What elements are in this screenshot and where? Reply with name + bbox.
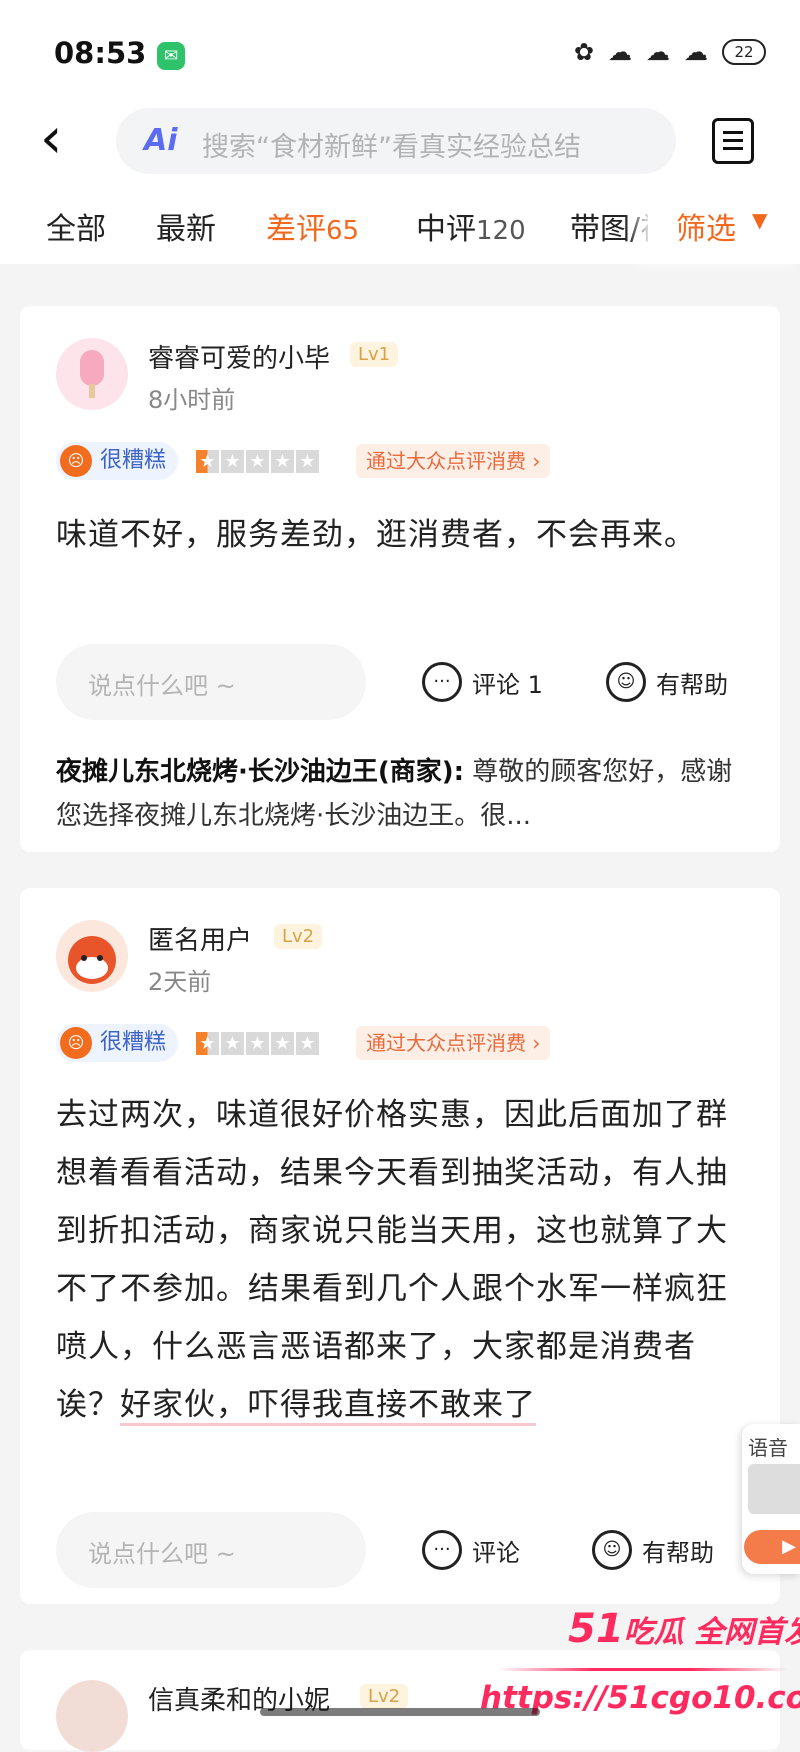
angry-face-icon: ☹ <box>60 1027 92 1059</box>
clock: 08:53 <box>54 36 147 70</box>
voice-widget[interactable]: 语音 ▶ <box>742 1424 800 1574</box>
user-name[interactable]: 睿睿可爱的小毕 <box>148 338 330 375</box>
star-icon: ★ <box>246 450 269 473</box>
battery-icon: 22 <box>722 39 766 65</box>
comment-input[interactable]: 说点什么吧 ~ <box>56 644 366 720</box>
star-icon: ★ <box>221 450 244 473</box>
highlighted-text: 好家伙，吓得我直接不敢来了 <box>120 1387 536 1426</box>
helpful-button[interactable]: ☺ 有帮助 <box>592 1530 714 1570</box>
rating-tag: ☹ 很糟糕 <box>56 1024 179 1062</box>
avatar[interactable] <box>56 338 128 410</box>
level-badge: Lv2 <box>360 1684 409 1709</box>
search-header: ‹ Ai 搜索“食材新鲜”看真实经验总结 <box>0 100 800 190</box>
avatar[interactable] <box>56 920 128 992</box>
review-card: 睿睿可爱的小毕 Lv1 8小时前 ☹ 很糟糕 ★ ★ ★ ★ ★ 通过大众点评消费 › … <box>20 306 780 852</box>
status-icons: ✿ ☁ ☁ ☁ 22 <box>574 38 766 66</box>
filter-tabs: 全部 最新 差评65 中评120 带图/视 筛选 ▼ <box>0 190 800 264</box>
helpful-button[interactable]: ☺ 有帮助 <box>606 662 728 702</box>
user-name[interactable]: 匿名用户 <box>148 920 252 957</box>
filter-button[interactable]: 筛选 ▼ <box>648 190 800 264</box>
review-text: 味道不好，服务差劲，逛消费者，不会再来。 <box>56 517 696 553</box>
level-badge: Lv2 <box>274 924 323 949</box>
level-badge: Lv1 <box>350 342 399 367</box>
star-rating: ★ ★ ★ ★ ★ <box>196 1032 319 1055</box>
comment-button[interactable]: ··· 评论 1 <box>422 662 543 702</box>
watermark-divider <box>498 1668 788 1671</box>
star-icon: ★ <box>296 450 319 473</box>
play-icon[interactable]: ▶ <box>744 1530 800 1564</box>
smile-icon: ☺ <box>592 1530 632 1570</box>
back-button[interactable]: ‹ <box>40 111 90 170</box>
rating-tag: ☹ 很糟糕 <box>56 442 179 480</box>
triangle-down-icon: ▼ <box>752 208 768 232</box>
post-time: 8小时前 <box>148 386 236 414</box>
consume-via-link[interactable]: 通过大众点评消费 › <box>356 1026 551 1060</box>
comment-icon: ··· <box>422 662 462 702</box>
comment-icon: ··· <box>422 1530 462 1570</box>
star-icon: ★ <box>246 1032 269 1055</box>
review-card: 匿名用户 Lv2 2天前 ☹ 很糟糕 ★ ★ ★ ★ ★ 通过大众点评消费 › 去过两次… <box>20 888 780 1604</box>
star-icon: ★ <box>196 1032 219 1055</box>
wechat-icon: ✉ <box>157 42 185 70</box>
smile-icon: ☺ <box>606 662 646 702</box>
comment-button[interactable]: ··· 评论 <box>422 1530 520 1570</box>
home-indicator[interactable] <box>260 1708 540 1716</box>
flower-icon: ✿ <box>573 38 594 66</box>
red-panda-avatar-icon <box>68 936 116 984</box>
star-rating: ★ ★ ★ ★ ★ <box>196 450 319 473</box>
post-time: 2天前 <box>148 968 212 996</box>
consume-via-link[interactable]: 通过大众点评消费 › <box>356 444 551 478</box>
tab-latest[interactable]: 最新 <box>156 204 216 248</box>
merchant-reply[interactable]: 夜摊儿东北烧烤·长沙油边王(商家): 尊敬的顾客您好，感谢您选择夜摊儿东北烧烤·… <box>56 750 746 838</box>
list-menu-icon[interactable] <box>712 118 754 164</box>
cell-icon: ☁ <box>684 38 708 66</box>
voice-thumbnail <box>748 1464 800 1514</box>
status-bar: 08:53 ✉ ✿ ☁ ☁ ☁ 22 <box>0 0 800 100</box>
avatar[interactable] <box>56 1680 128 1752</box>
star-icon: ★ <box>271 1032 294 1055</box>
popsicle-avatar-icon <box>80 350 104 398</box>
star-icon: ★ <box>271 450 294 473</box>
ai-icon: Ai <box>144 123 178 158</box>
signal-icon: ☁ <box>608 38 632 66</box>
review-text: 去过两次，味道很好价格实惠，因此后面加了群想着看看活动，结果今天看到抽奖活动，有… <box>56 1086 746 1434</box>
star-icon: ★ <box>196 450 219 473</box>
star-icon: ★ <box>221 1032 244 1055</box>
search-placeholder: 搜索“食材新鲜”看真实经验总结 <box>202 132 581 163</box>
tab-all[interactable]: 全部 <box>46 204 106 248</box>
tab-negative[interactable]: 差评65 <box>266 204 359 248</box>
search-input[interactable]: Ai 搜索“食材新鲜”看真实经验总结 <box>116 108 676 174</box>
comment-input[interactable]: 说点什么吧 ~ <box>56 1512 366 1588</box>
wifi-icon: ☁ <box>646 38 670 66</box>
angry-face-icon: ☹ <box>60 445 92 477</box>
tab-neutral[interactable]: 中评120 <box>416 204 526 248</box>
star-icon: ★ <box>296 1032 319 1055</box>
watermark-brand: 51吃瓜 全网首发 <box>568 1606 800 1652</box>
